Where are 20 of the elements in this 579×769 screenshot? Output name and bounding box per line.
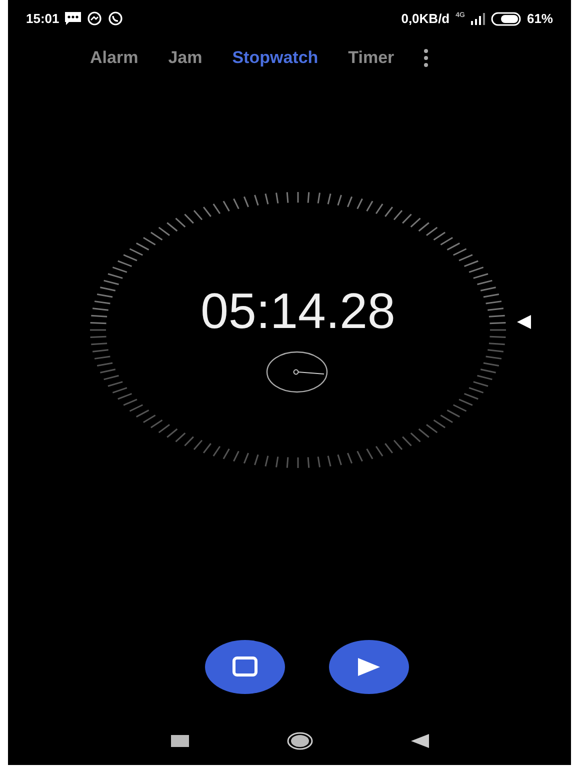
play-icon	[358, 658, 380, 676]
more-menu-icon[interactable]	[424, 49, 428, 67]
sub-dial-icon	[266, 351, 328, 393]
back-icon[interactable]	[411, 734, 429, 748]
marker-triangle-icon	[517, 315, 531, 329]
tab[interactable]: Timer	[348, 45, 394, 71]
home-icon[interactable]	[287, 732, 313, 750]
tab[interactable]: Jam	[168, 45, 202, 71]
data-rate: 0,0KB/d	[401, 10, 450, 28]
tab[interactable]: Alarm	[90, 45, 138, 71]
battery-percent: 61%	[526, 10, 553, 28]
battery-icon	[490, 12, 521, 26]
phone-bubble-icon	[108, 11, 124, 26]
tab[interactable]: Stopwatch	[232, 45, 318, 71]
chat-bubble-icon	[87, 11, 102, 26]
signal-icon	[470, 12, 485, 24]
status-time: 15:01	[26, 10, 60, 28]
elapsed-time: 05:14.28	[200, 286, 396, 336]
message-icon	[65, 12, 82, 25]
square-icon	[232, 656, 258, 678]
